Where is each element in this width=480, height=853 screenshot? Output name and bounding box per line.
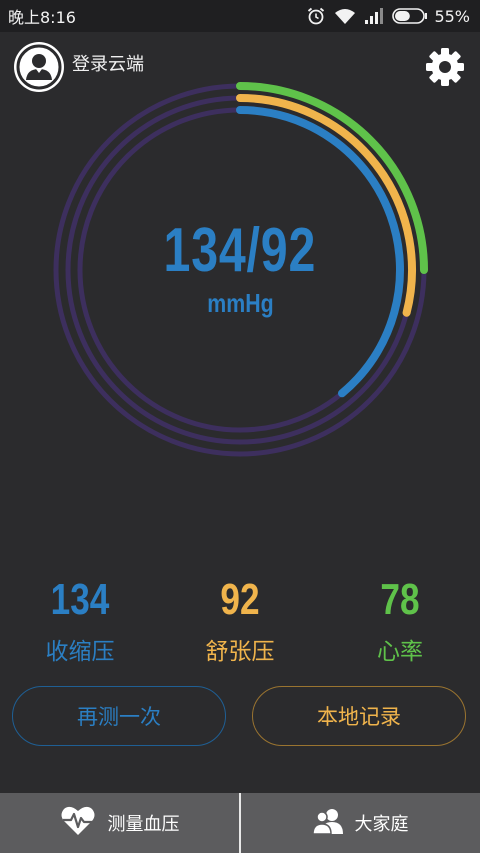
diastolic-value: 92	[220, 575, 260, 624]
diastolic-stat: 92 舒张压	[160, 572, 320, 666]
heart-rate-label: 心率	[377, 639, 423, 665]
cloud-login-link[interactable]: 登录云端	[72, 50, 144, 76]
family-icon	[311, 807, 343, 840]
blood-pressure-gauge: 134/92 mmHg	[50, 80, 430, 460]
bottom-nav: 测量血压 大家庭	[0, 793, 480, 853]
battery-percent: 55%	[434, 6, 470, 26]
measure-again-button[interactable]: 再测一次	[12, 686, 226, 746]
status-bar: 晚上8:16 55%	[0, 0, 480, 32]
heart-rate-value: 78	[380, 575, 420, 624]
heart-pulse-icon	[60, 805, 96, 842]
wifi-icon	[334, 7, 356, 25]
systolic-ring	[236, 106, 404, 398]
gear-icon[interactable]	[424, 46, 466, 88]
systolic-stat: 134 收缩压	[0, 572, 160, 666]
gauge-rings	[53, 82, 428, 457]
status-time: 晚上8:16	[8, 8, 76, 27]
stats-row: 134 收缩压 92 舒张压 78 心率	[0, 572, 480, 672]
signal-icon	[364, 7, 384, 25]
systolic-value: 134	[50, 575, 110, 624]
nav-measure-bp[interactable]: 测量血压	[0, 793, 239, 853]
alarm-icon	[306, 6, 326, 26]
local-records-button[interactable]: 本地记录	[252, 686, 466, 746]
nav-measure-label: 测量血压	[107, 814, 180, 835]
diastolic-label: 舒张压	[205, 639, 275, 665]
heart-rate-stat: 78 心率	[320, 572, 480, 666]
battery-indicator: 55%	[392, 7, 470, 26]
status-icons: 55%	[306, 6, 470, 26]
nav-family[interactable]: 大家庭	[241, 793, 480, 853]
nav-family-label: 大家庭	[354, 814, 409, 835]
systolic-label: 收缩压	[45, 639, 115, 665]
battery-icon	[392, 8, 428, 24]
